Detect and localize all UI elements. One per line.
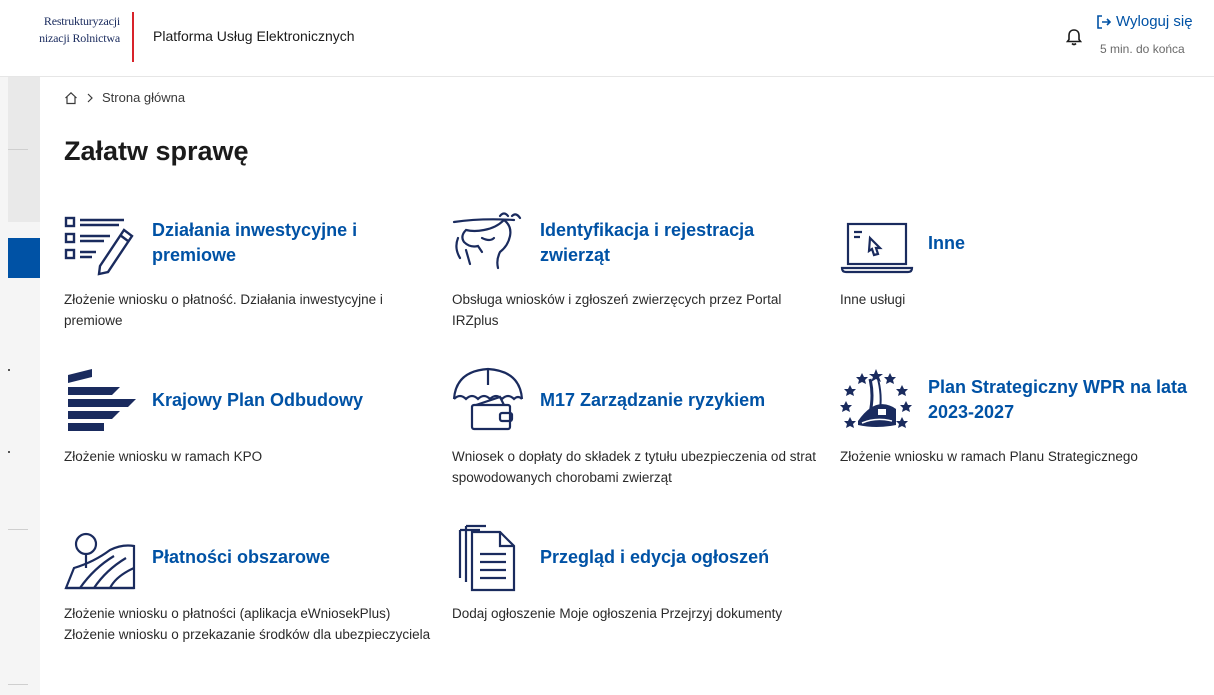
left-sidebar: [0, 77, 40, 695]
tile-description: Obsługa wniosków i zgłoszeń zwierzęcych …: [452, 292, 782, 328]
tile-kpo[interactable]: Krajowy Plan Odbudowy Złożenie wniosku w…: [64, 360, 434, 467]
sidebar-divider: [8, 149, 28, 150]
tile-animal-registration[interactable]: Identyfikacja i rejestracja zwierząt Obs…: [452, 203, 822, 331]
sidebar-marker: [8, 369, 10, 371]
tile-description: Dodaj ogłoszenie Moje ogłoszenia Przejrz…: [452, 606, 783, 621]
tile-title[interactable]: Przegląd i edycja ogłoszeń: [540, 545, 769, 570]
logo-line-2: nizacji Rolnictwa: [39, 31, 120, 45]
tile-title[interactable]: Płatności obszarowe: [152, 545, 330, 570]
laptop-icon: [840, 222, 914, 274]
page-title: Załatw sprawę: [64, 136, 249, 166]
tile-title[interactable]: Plan Strategiczny WPR na lata 2023-2027: [928, 375, 1210, 425]
tile-area-payments[interactable]: Płatności obszarowe Złożenie wniosku o p…: [64, 517, 434, 645]
tile-description: Wniosek o dopłaty do składek z tytułu ub…: [452, 449, 816, 485]
logout-button[interactable]: Wyloguj się: [1096, 13, 1193, 30]
tile-risk-management[interactable]: M17 Zarządzanie ryzykiem Wniosek o dopła…: [452, 360, 822, 488]
sidebar-marker: [8, 451, 10, 453]
chevron-right-icon: [87, 93, 93, 102]
tile-description: Złożenie wniosku w ramach Planu Strategi…: [840, 449, 1138, 464]
breadcrumb: Strona główna: [64, 90, 185, 105]
logout-label: Wyloguj się: [1116, 13, 1193, 30]
tile-description: Złożenie wniosku o płatności (aplikacja …: [64, 603, 434, 645]
bell-icon[interactable]: [1064, 27, 1084, 47]
documents-icon: [458, 524, 516, 592]
sidebar-item-active[interactable]: [8, 238, 40, 278]
eu-stars-icon: [840, 369, 912, 428]
tile-investment-actions[interactable]: Działania inwestycyjne i premiowe Złożen…: [64, 203, 434, 331]
kpo-logo-icon: [68, 369, 136, 431]
umbrella-wallet-icon: [452, 367, 524, 431]
field-tree-icon: [64, 532, 136, 590]
platform-title: Platforma Usług Elektronicznych: [153, 28, 355, 44]
breadcrumb-current: Strona główna: [102, 90, 186, 105]
home-icon[interactable]: [64, 91, 78, 105]
sidebar-divider: [8, 529, 28, 530]
tile-title[interactable]: Działania inwestycyjne i premiowe: [152, 218, 434, 268]
tile-title[interactable]: Inne: [928, 231, 965, 256]
logout-icon: [1097, 14, 1112, 29]
logo-divider: [132, 12, 134, 62]
checklist-pencil-icon: [64, 216, 134, 276]
tile-description: Złożenie wniosku o płatność. Działania i…: [64, 292, 383, 328]
tile-description: Złożenie wniosku w ramach KPO: [64, 449, 263, 464]
tile-title[interactable]: Identyfikacja i rejestracja zwierząt: [540, 218, 822, 268]
tile-strategic-plan[interactable]: Plan Strategiczny WPR na lata 2023-2027 …: [840, 360, 1210, 467]
sidebar-divider: [8, 684, 28, 685]
agency-logo[interactable]: Restrukturyzacji nizacji Rolnictwa: [0, 13, 120, 47]
tile-description-line: Złożenie wniosku o płatności (aplikacja …: [64, 606, 391, 621]
tile-other[interactable]: Inne Inne usługi: [840, 203, 1210, 310]
logo-line-1: Restrukturyzacji: [43, 14, 120, 28]
top-header: Restrukturyzacji nizacji Rolnictwa Platf…: [0, 0, 1214, 77]
session-timer: 5 min. do końca: [1100, 42, 1185, 56]
tile-description-line: Złożenie wniosku o przekazanie środków d…: [64, 627, 431, 642]
tile-title[interactable]: Krajowy Plan Odbudowy: [152, 388, 363, 413]
tile-announcements[interactable]: Przegląd i edycja ogłoszeń Dodaj ogłosze…: [452, 517, 822, 624]
tile-title[interactable]: M17 Zarządzanie ryzykiem: [540, 388, 765, 413]
tile-description: Inne usługi: [840, 292, 906, 307]
cow-icon: [452, 212, 522, 270]
